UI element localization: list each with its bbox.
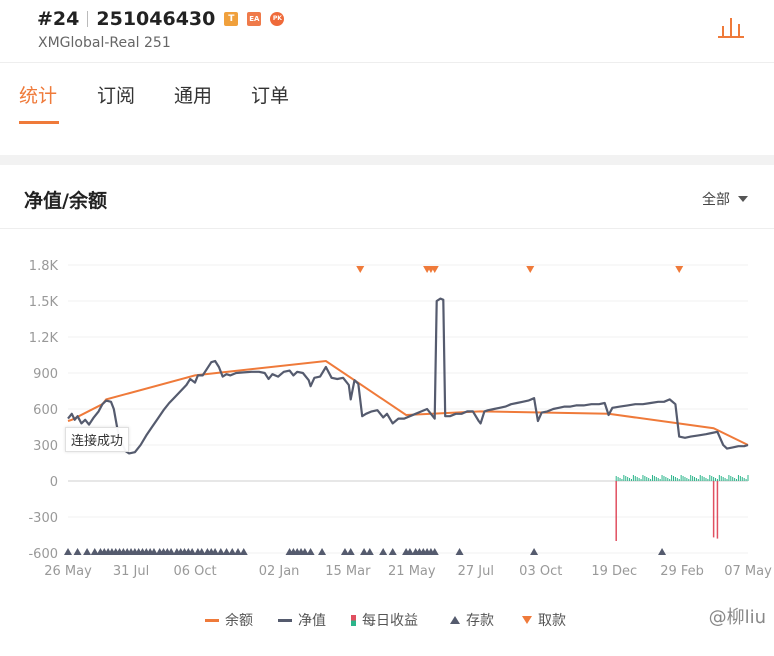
triangle-up-icon bbox=[450, 616, 460, 624]
legend-equity[interactable]: 净值 bbox=[278, 610, 326, 630]
deposit-marker bbox=[83, 548, 92, 555]
y-tick-label: 900 bbox=[33, 367, 58, 382]
legend-deposit[interactable]: 存款 bbox=[450, 610, 494, 630]
x-tick-label: 26 May bbox=[44, 564, 92, 579]
legend-withdrawal[interactable]: 取款 bbox=[522, 610, 566, 630]
x-tick-label: 31 Jul bbox=[113, 564, 149, 579]
legend-daily-profit[interactable]: 每日收益 bbox=[351, 610, 418, 630]
x-tick-label: 29 Feb bbox=[660, 564, 704, 579]
equity-balance-chart[interactable]: 1.8K 1.5K 1.2K 900 600 300 0 -300 -600 26 May 31 … bbox=[0, 0, 774, 656]
chart-legend: 余额 净值 每日收益 存款 取款 bbox=[0, 608, 774, 632]
x-tick-label: 07 May bbox=[724, 564, 772, 579]
legend-withdrawal-label: 取款 bbox=[538, 613, 566, 629]
watermark: @柳liu bbox=[708, 607, 766, 628]
triangle-down-icon bbox=[522, 616, 532, 624]
x-tick-label: 19 Dec bbox=[591, 564, 637, 579]
deposit-marker bbox=[658, 548, 667, 555]
legend-equity-label: 净值 bbox=[298, 613, 326, 629]
y-tick-label: 0 bbox=[50, 475, 58, 490]
x-tick-label: 02 Jan bbox=[259, 564, 300, 579]
legend-balance-label: 余额 bbox=[225, 613, 253, 629]
withdrawal-marker bbox=[675, 266, 684, 273]
legend-balance[interactable]: 余额 bbox=[205, 610, 253, 630]
legend-deposit-label: 存款 bbox=[466, 613, 494, 629]
y-tick-label: 300 bbox=[33, 439, 58, 454]
x-tick-label: 03 Oct bbox=[519, 564, 562, 579]
x-tick-label: 06 Oct bbox=[173, 564, 216, 579]
legend-daily-profit-label: 每日收益 bbox=[362, 613, 418, 629]
x-tick-label: 27 Jul bbox=[458, 564, 494, 579]
deposit-marker bbox=[64, 548, 72, 555]
y-tick-label: -300 bbox=[28, 511, 58, 526]
deposit-marker bbox=[530, 548, 539, 555]
y-tick-label: 1.8K bbox=[29, 259, 59, 274]
deposit-marker bbox=[318, 548, 327, 555]
deposit-marker bbox=[73, 548, 82, 555]
deposit-marker bbox=[365, 548, 374, 555]
x-tick-label: 21 May bbox=[388, 564, 436, 579]
legend-balance-swatch bbox=[205, 618, 219, 622]
deposit-marker bbox=[388, 548, 397, 555]
deposit-marker bbox=[306, 548, 315, 555]
y-tick-label: 600 bbox=[33, 403, 58, 418]
deposit-marker bbox=[239, 548, 248, 555]
deposit-marker bbox=[346, 548, 355, 555]
legend-equity-swatch bbox=[278, 618, 292, 622]
legend-daily-profit-swatch bbox=[351, 614, 356, 626]
y-tick-label: 1.5K bbox=[29, 295, 59, 310]
equity-line bbox=[67, 297, 749, 455]
withdrawal-marker bbox=[526, 266, 535, 273]
y-tick-label: 1.2K bbox=[29, 331, 59, 346]
x-tick-label: 15 Mar bbox=[325, 564, 371, 579]
deposit-marker bbox=[455, 548, 464, 555]
y-tick-label: -600 bbox=[28, 547, 58, 562]
withdrawal-marker bbox=[356, 266, 365, 273]
connection-tooltip: 连接成功 bbox=[65, 427, 130, 452]
deposit-marker bbox=[379, 548, 388, 555]
